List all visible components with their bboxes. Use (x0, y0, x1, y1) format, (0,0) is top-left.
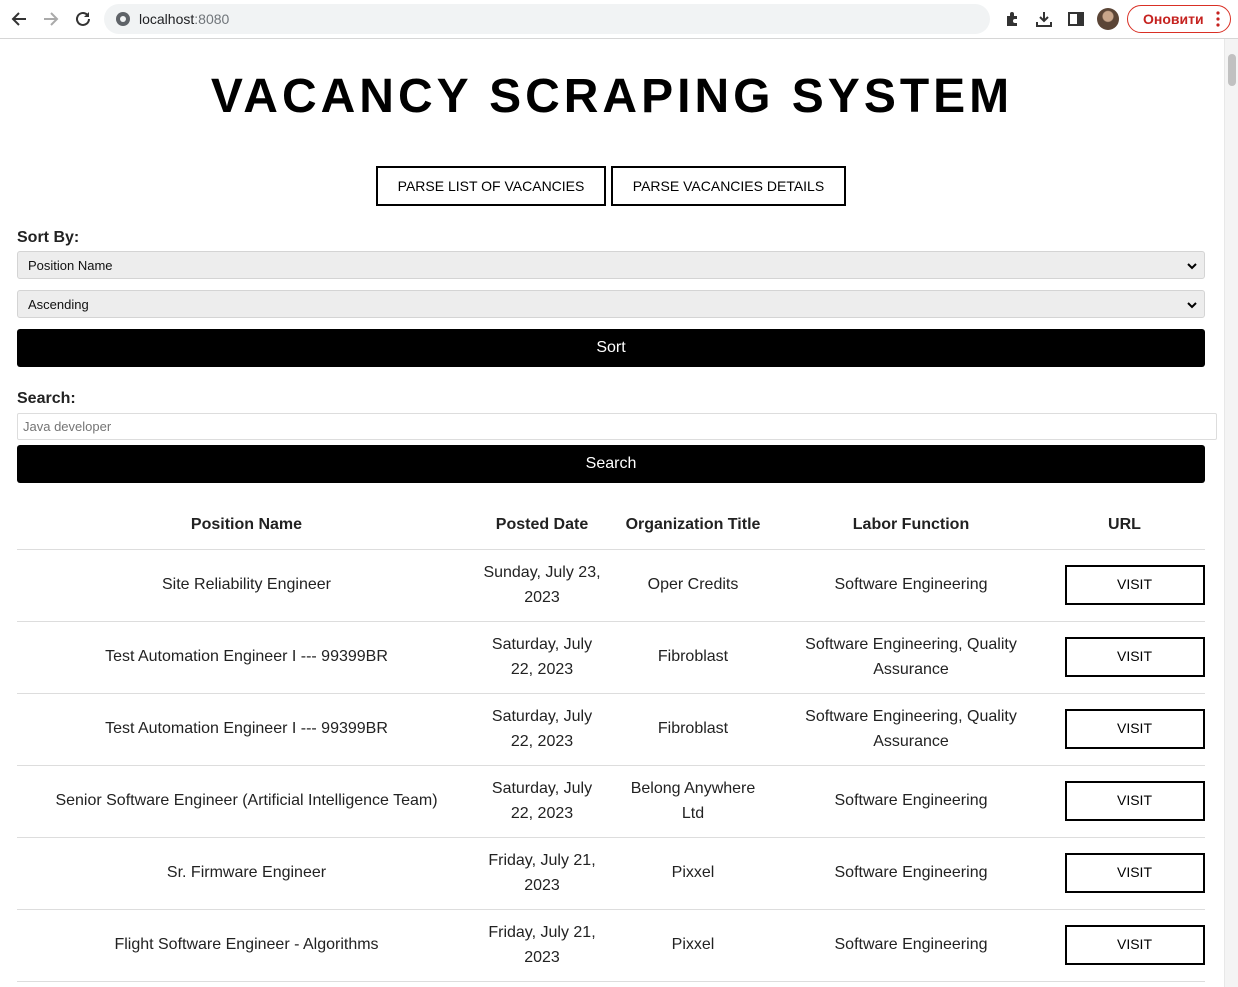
cell-date: Saturday, July 22, 2023 (476, 621, 608, 694)
header-org: Organization Title (608, 501, 778, 550)
cell-position: Flight Software Engineer - Algorithms (17, 909, 476, 982)
sort-order-select[interactable]: Ascending (17, 290, 1205, 318)
search-button[interactable]: Search (17, 445, 1205, 483)
parse-list-button[interactable]: PARSE LIST OF VACANCIES (376, 166, 606, 206)
cell-position: Senior Software Engineer (Artificial Int… (17, 765, 476, 838)
header-position: Position Name (17, 501, 476, 550)
cell-url: VISIT (1044, 693, 1205, 766)
chevron-down-icon (1187, 302, 1197, 309)
page-content: VACANCY SCRAPING SYSTEM PARSE LIST OF VA… (0, 39, 1224, 987)
cell-labor: Software Engineering (778, 765, 1044, 838)
cell-labor: Software Engineering, Quality Assurance (778, 621, 1044, 694)
vacancy-table: Position Name Posted Date Organization T… (17, 501, 1205, 982)
table-row: Sr. Firmware Engineer Friday, July 21, 2… (17, 837, 1205, 910)
back-icon[interactable] (7, 7, 31, 31)
sort-field-select[interactable]: Position Name (17, 251, 1205, 279)
address-bar[interactable]: localhost:8080 (104, 4, 990, 34)
sort-button[interactable]: Sort (17, 329, 1205, 367)
cell-org: Pixxel (608, 909, 778, 982)
visit-button[interactable]: VISIT (1064, 853, 1205, 893)
cell-date: Saturday, July 22, 2023 (476, 765, 608, 838)
scrollbar-thumb[interactable] (1228, 54, 1236, 86)
cell-labor: Software Engineering (778, 909, 1044, 982)
address-url: localhost:8080 (139, 11, 230, 27)
cell-org: Fibroblast (608, 621, 778, 694)
search-label: Search: (17, 390, 76, 407)
cell-date: Friday, July 21, 2023 (476, 909, 608, 982)
reload-icon[interactable] (71, 7, 95, 31)
sort-label: Sort By: (17, 229, 80, 246)
cell-position: Sr. Firmware Engineer (17, 837, 476, 910)
cell-date: Friday, July 21, 2023 (476, 837, 608, 910)
cell-url: VISIT (1044, 621, 1205, 694)
table-row: Site Reliability Engineer Sunday, July 2… (17, 549, 1205, 622)
cell-org: Belong Anywhere Ltd (608, 765, 778, 838)
visit-button[interactable]: VISIT (1064, 637, 1205, 677)
parse-details-button[interactable]: PARSE VACANCIES DETAILS (611, 166, 846, 206)
table-row: Test Automation Engineer I --- 99399BR S… (17, 621, 1205, 694)
cell-labor: Software Engineering, Quality Assurance (778, 693, 1044, 766)
table-header-row: Position Name Posted Date Organization T… (17, 501, 1205, 550)
table-row: Test Automation Engineer I --- 99399BR S… (17, 693, 1205, 766)
table-row: Flight Software Engineer - Algorithms Fr… (17, 909, 1205, 982)
menu-dots-icon[interactable] (1216, 10, 1220, 28)
sort-order-value: Ascending (28, 296, 89, 312)
forward-icon[interactable] (39, 7, 63, 31)
cell-position: Site Reliability Engineer (17, 549, 476, 622)
parse-buttons: PARSE LIST OF VACANCIES PARSE VACANCIES … (376, 166, 846, 206)
header-labor: Labor Function (778, 501, 1044, 550)
cell-url: VISIT (1044, 765, 1205, 838)
browser-toolbar: localhost:8080 Оновити (0, 0, 1238, 39)
cell-org: Pixxel (608, 837, 778, 910)
page-scrollbar[interactable] (1224, 39, 1238, 987)
cell-org: Oper Credits (608, 549, 778, 622)
cell-url: VISIT (1044, 549, 1205, 622)
sort-field-value: Position Name (28, 257, 113, 273)
cell-date: Saturday, July 22, 2023 (476, 693, 608, 766)
visit-button[interactable]: VISIT (1064, 781, 1205, 821)
cell-labor: Software Engineering (778, 549, 1044, 622)
site-info-icon[interactable] (115, 11, 131, 27)
cell-url: VISIT (1044, 837, 1205, 910)
extensions-icon[interactable] (1001, 8, 1023, 30)
cell-url: VISIT (1044, 909, 1205, 982)
header-date: Posted Date (476, 501, 608, 550)
cell-org: Fibroblast (608, 693, 778, 766)
update-button[interactable]: Оновити (1127, 5, 1231, 33)
visit-button[interactable]: VISIT (1064, 925, 1205, 965)
header-url: URL (1044, 501, 1205, 550)
visit-button[interactable]: VISIT (1064, 565, 1205, 605)
cell-position: Test Automation Engineer I --- 99399BR (17, 621, 476, 694)
page-title: VACANCY SCRAPING SYSTEM (210, 70, 1014, 123)
side-panel-icon[interactable] (1065, 8, 1087, 30)
cell-labor: Software Engineering (778, 837, 1044, 910)
download-icon[interactable] (1033, 8, 1055, 30)
search-input[interactable]: Java developer (17, 413, 1217, 440)
chevron-down-icon (1187, 263, 1197, 270)
table-row: Senior Software Engineer (Artificial Int… (17, 765, 1205, 838)
cell-date: Sunday, July 23, 2023 (476, 549, 608, 622)
profile-avatar[interactable] (1097, 8, 1119, 30)
cell-position: Test Automation Engineer I --- 99399BR (17, 693, 476, 766)
visit-button[interactable]: VISIT (1064, 709, 1205, 749)
